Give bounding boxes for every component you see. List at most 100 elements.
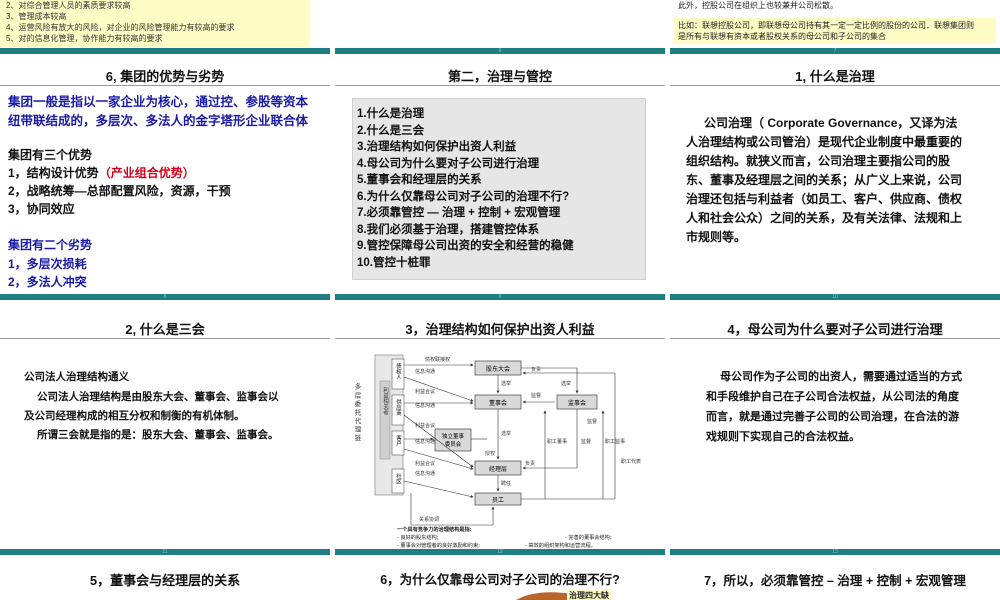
disadvantages-heading: 集团有二个劣势 [8, 238, 93, 252]
slide-footer-bar: 8 [0, 294, 330, 300]
svg-text:选举: 选举 [501, 380, 511, 387]
svg-text:利益合议: 利益合议 [415, 422, 435, 429]
body-line: 母公司作为子公司的出资人，需要通过适当的方式 [720, 371, 962, 383]
svg-text:授权: 授权 [485, 450, 495, 457]
stakeholder-inner-label: 利益相关者 [382, 386, 389, 416]
body-line: 而言，就是通过完善子公司的公司治理，在合法的游 [706, 411, 959, 423]
body-line: 公司治理（ Corporate Governance，又译为法 [704, 116, 958, 130]
governance-structure-diagram: 多 层 委 托 代 理 链 利益相关者 债权人 供应商 客户 社区 股东大会 董… [353, 354, 641, 549]
contents-box: 1.什么是治理 2.什么是三会 3.治理结构如何保护出资人利益 4.母公司为什么… [352, 98, 646, 280]
contents-item: 1.什么是治理 [357, 108, 425, 120]
slide-title: 6，为什么仅靠母公司对子公司的治理不行? [380, 573, 620, 587]
contents-item: 6.为什么仅靠母公司对子公司的治理不行? [357, 190, 570, 203]
body-line: 戏规则下实现自己的合法权益。 [706, 431, 860, 443]
list-item: 4、运营风险有放大的风险，对企业的风险管理能力有较高的要求 [6, 23, 235, 32]
svg-text:监督: 监督 [581, 438, 591, 445]
slide-footer-bar: 10 [670, 294, 1000, 300]
slide-group-pros-cons: 6, 集团的优势与劣势 集团一般是指以一家企业为核心，通过控、参股等资本 纽带联… [0, 60, 330, 300]
contents-item: 5.董事会和经理层的关系 [357, 174, 482, 186]
section-heading: 公司法人治理结构通义 [24, 371, 129, 383]
badge-label: 治理四大缺 [567, 590, 611, 600]
slide-title: 2, 什么是三会 [125, 322, 205, 337]
title-divider [670, 85, 1000, 86]
list-item: 2、对综合管理人员的素质要求较高 [6, 1, 131, 10]
slide-must-control: 7，所以，必须靠管控 – 治理 + 控制 + 宏观管理 [670, 563, 1000, 600]
advantage-item: 2，战略统筹—总部配置风险，资源，干预 [8, 184, 231, 198]
slide-title: 4，母公司为什么要对子公司进行治理 [727, 322, 943, 337]
svg-text:信息沟通: 信息沟通 [415, 470, 435, 477]
svg-text:股东大会: 股东大会 [486, 365, 510, 373]
slide-footer-bar [0, 48, 330, 54]
contents-item: 8.我们必须基于治理，搭建管控体系 [357, 223, 540, 236]
svg-text:利益合议: 利益合议 [415, 388, 435, 395]
slide-title: 5，董事会与经理层的关系 [89, 573, 241, 588]
svg-text:信息沟通: 信息沟通 [415, 438, 435, 445]
svg-text:监事会: 监事会 [568, 399, 586, 407]
svg-text:选举: 选举 [501, 430, 511, 437]
list-item: 5、对的信息化管理，协作能力有较高的要求 [6, 34, 163, 43]
svg-text:经理层: 经理层 [489, 465, 507, 473]
svg-text:债权人: 债权人 [395, 362, 402, 380]
svg-text:监督: 监督 [587, 418, 597, 425]
svg-text:供应商: 供应商 [395, 398, 402, 417]
slide-title: 1, 什么是治理 [795, 69, 875, 84]
example-box: 比如：联想控股公司，即联想母公司持有其一定一定比例的股份的公司．联想集团则 是所… [674, 18, 996, 44]
contents-item: 3.治理结构如何保护出资人利益 [357, 141, 517, 153]
svg-text:信息沟通: 信息沟通 [415, 368, 435, 375]
svg-text:负责: 负责 [525, 460, 535, 467]
body-line: 及公司经理构成的相互分权和制衡的有机体制。 [24, 410, 245, 422]
svg-text:关系协调: 关系协调 [419, 516, 439, 523]
slide-why-govern-subsidiary: 4，母公司为什么要对子公司进行治理 母公司作为子公司的出资人，需要通过适当的方式… [670, 313, 1000, 555]
slide-board-management: 5，董事会与经理层的关系 [0, 563, 330, 600]
title-divider [335, 85, 665, 86]
slide-why-not-enough: 6，为什么仅靠母公司对子公司的治理不行? 治理四大缺 [335, 563, 665, 600]
advantage-item: 1，结构设计优势（产业组合优势） [8, 166, 195, 180]
body-line: 东、董事及经理层之间的关系；从广义上来说，公司 [686, 173, 963, 187]
slide-footer-bar: 6 [335, 48, 665, 54]
agency-chain-label: 多 层 委 托 代 理 链 [353, 382, 361, 442]
svg-text:选举: 选举 [561, 380, 571, 387]
title-divider [0, 338, 330, 339]
svg-text:- 完善的董事会结构;: - 完善的董事会结构; [565, 533, 612, 541]
body-line: 市规则等。 [686, 230, 747, 244]
definition-line: 纽带联结成的，多层次、多法人的金字塔形企业联合体 [8, 114, 309, 128]
svg-text:- 董事会对管理者的良好激励和约束;: - 董事会对管理者的良好激励和约束; [397, 541, 480, 549]
svg-text:债权联接权: 债权联接权 [425, 356, 450, 363]
slide-footer-bar: 7 [670, 48, 1000, 54]
body-line: 公司法人治理结构是由股东大会、董事会、监事会以 [37, 391, 279, 403]
advantages-heading: 集团有三个优势 [8, 148, 93, 162]
contents-item: 7.必须靠管控 — 治理 + 控制 + 宏观管理 [357, 207, 561, 219]
slide-top-mid: 6 [335, 0, 665, 55]
svg-text:利益合议: 利益合议 [415, 460, 435, 467]
contents-item: 2.什么是三会 [357, 124, 425, 137]
svg-text:监督: 监督 [531, 392, 541, 399]
svg-text:- 良好的股东结构;: - 良好的股东结构; [397, 533, 439, 541]
slide-footer-bar: 13 [670, 549, 1000, 555]
text-line: 此外，控股公司在组织上也较兼并公司松散。 [678, 1, 838, 10]
list-item: 3、管理成本较高 [6, 12, 67, 21]
slide-title: 6, 集团的优势与劣势 [105, 69, 225, 84]
svg-text:负责: 负责 [531, 366, 541, 373]
advantage-item: 3，协同效应 [8, 202, 75, 216]
slide-three-boards: 2, 什么是三会 公司法人治理结构通义 公司法人治理结构是由股东大会、董事会、监… [0, 313, 330, 555]
body-line: 所谓三会就是指的是：股东大会、董事会、监事会。 [37, 429, 279, 441]
svg-text:委员会: 委员会 [445, 440, 462, 448]
summary-box: 2、对综合管理人员的素质要求较高 3、管理成本较高 4、运营风险有放大的风险，对… [0, 0, 310, 47]
svg-text:职工监事: 职工监事 [605, 438, 625, 445]
contents-item: 9.管控保障母公司出资的安全和经营的稳健 [357, 240, 574, 252]
slide-title: 3，治理结构如何保护出资人利益 [405, 322, 595, 337]
slide-footer-bar: 12 [335, 549, 665, 555]
body-line: 人和社会公众）之间的关系，及有关法律、法规和上 [686, 211, 963, 225]
slide-top-right: 此外，控股公司在组织上也较兼并公司松散。 比如：联想控股公司，即联想母公司持有其… [670, 0, 1000, 55]
svg-text:职工代表: 职工代表 [621, 458, 641, 465]
slide-footer-bar: 9 [335, 294, 665, 300]
svg-text:职工董事: 职工董事 [547, 438, 567, 445]
slide-title: 7，所以，必须靠管控 – 治理 + 控制 + 宏观管理 [704, 574, 966, 588]
svg-text:独立董事: 独立董事 [442, 432, 465, 440]
contents-item: 10.管控十桩罪 [357, 256, 431, 269]
slide-footer-bar: 11 [0, 549, 330, 555]
text-line: 比如：联想控股公司，即联想母公司持有其一定一定比例的股份的公司．联想集团则 [678, 21, 974, 30]
title-divider [0, 85, 330, 86]
svg-text:- 高效的组织架构和运营流程。: - 高效的组织架构和运营流程。 [525, 541, 596, 549]
contents-item: 4.母公司为什么要对子公司进行治理 [357, 157, 540, 170]
